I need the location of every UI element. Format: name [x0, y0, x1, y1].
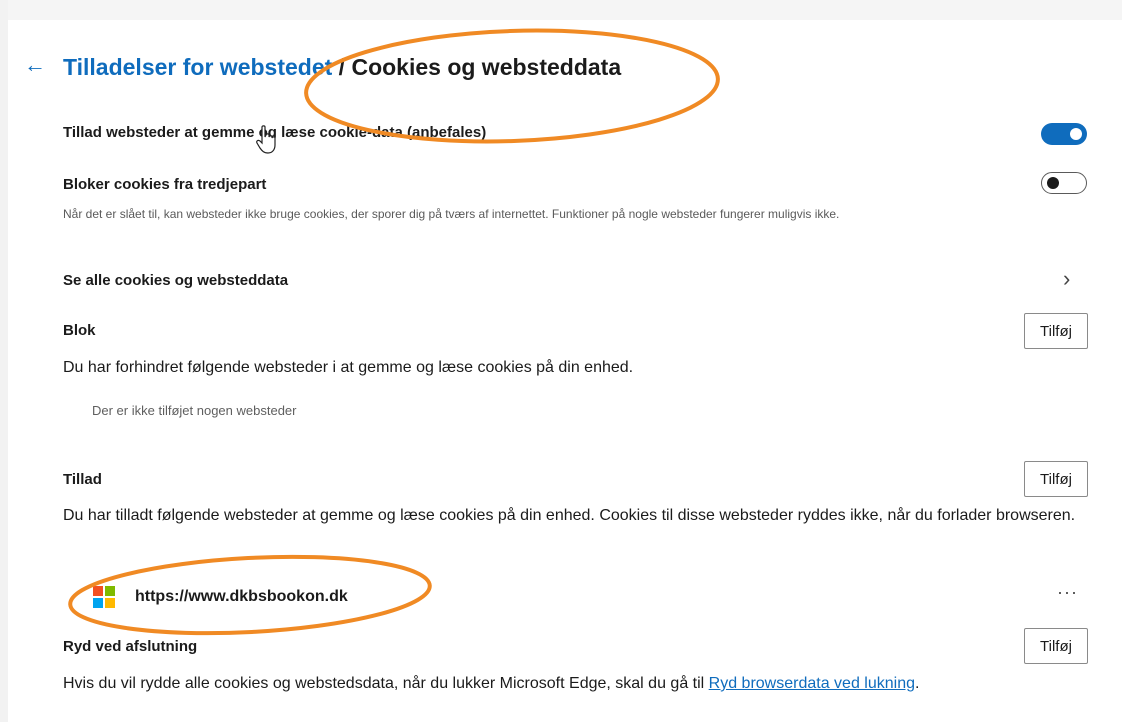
annotation-overlay: [68, 28, 720, 636]
hand-cursor-icon: [256, 125, 276, 154]
annotation-ellipse-site: [68, 554, 432, 636]
annotation-ellipse-title: [304, 28, 720, 144]
